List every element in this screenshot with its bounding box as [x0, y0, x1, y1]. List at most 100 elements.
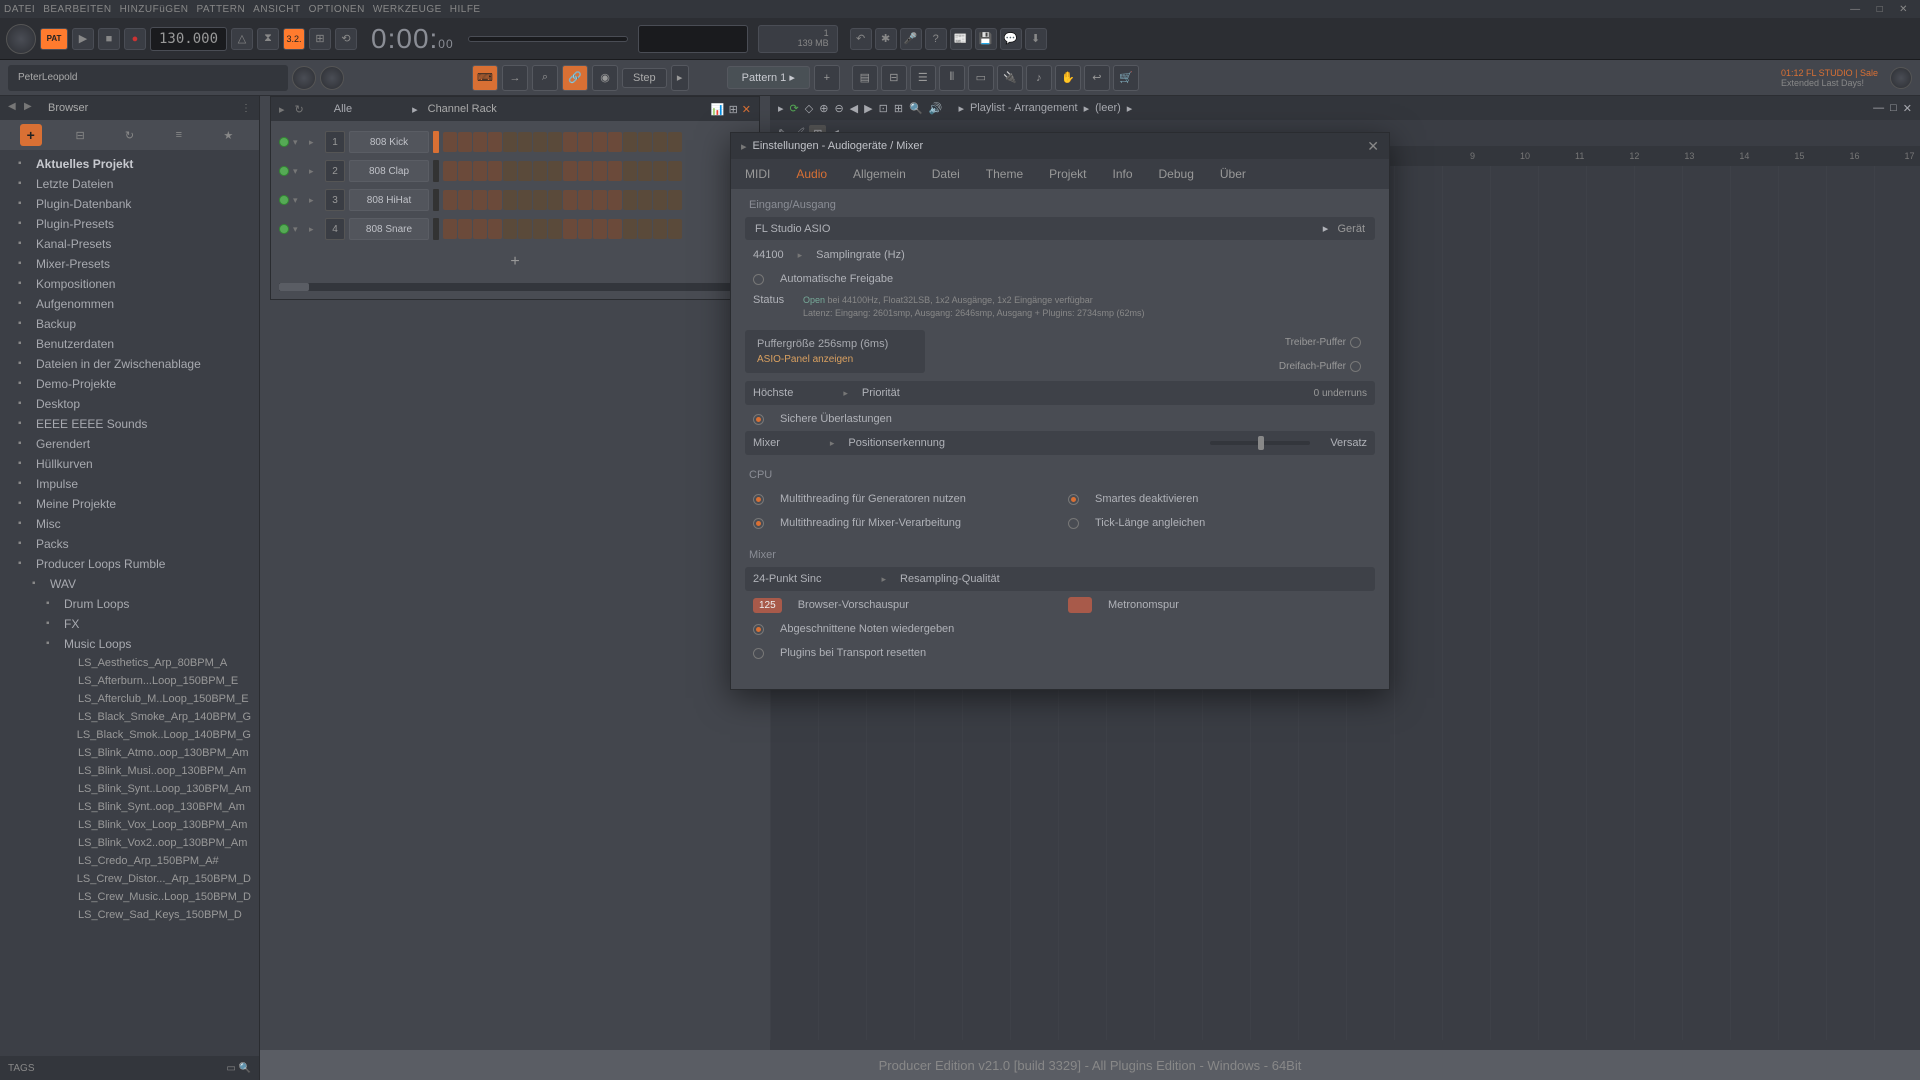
tree-item[interactable]: LS_Blink_Vox_Loop_130BPM_Am — [0, 816, 259, 834]
feedback-icon[interactable]: 💬 — [1000, 28, 1022, 50]
channel-led[interactable] — [279, 224, 289, 234]
settings-pin-icon[interactable]: ▸ — [741, 140, 747, 153]
channel-led[interactable] — [279, 137, 289, 147]
pl-max-icon[interactable]: □ — [1890, 102, 1897, 115]
help-icon[interactable]: ? — [925, 28, 947, 50]
browser-sort-icon[interactable]: ≡ — [168, 124, 190, 146]
pl-icon1[interactable]: ◇ — [805, 102, 813, 115]
tree-item[interactable]: ▪Drum Loops — [0, 594, 259, 614]
channel-add[interactable]: + — [279, 245, 751, 279]
channel-name[interactable]: 808 Kick — [349, 131, 429, 153]
step-sequencer[interactable] — [443, 190, 682, 210]
offset-slider[interactable] — [1210, 441, 1310, 445]
magnet-icon[interactable]: ⌕ — [532, 65, 558, 91]
cr-fwd-icon[interactable]: ↻ — [295, 103, 304, 116]
pl-icon8[interactable]: 🔍 — [909, 102, 923, 115]
tree-item[interactable]: LS_Crew_Music..Loop_150BPM_D — [0, 888, 259, 906]
mt-gen-row[interactable]: Multithreading für Generatoren nutzen — [745, 487, 1060, 511]
song-progress[interactable] — [468, 36, 628, 42]
record-button[interactable]: ● — [124, 28, 146, 50]
window-close-icon[interactable]: ✕ — [1899, 4, 1908, 15]
tree-item[interactable]: LS_Crew_Sad_Keys_150BPM_D — [0, 906, 259, 924]
promo-panel[interactable]: 01:12 FL STUDIO | Sale Extended Last Day… — [1773, 68, 1886, 88]
tree-item[interactable]: ▪Benutzerdaten — [0, 334, 259, 354]
tree-item[interactable]: LS_Blink_Musi..oop_130BPM_Am — [0, 762, 259, 780]
channel-row[interactable]: ▾▸2808 Clap — [279, 158, 751, 184]
time-display[interactable]: 0:00:00 — [371, 22, 454, 55]
channel-row[interactable]: ▾▸3808 HiHat — [279, 187, 751, 213]
ruler-bar[interactable]: 16 — [1849, 151, 1859, 161]
channel-scroll[interactable] — [279, 283, 751, 291]
tree-item[interactable]: ▪Letzte Dateien — [0, 174, 259, 194]
channel-num[interactable]: 1 — [325, 131, 345, 153]
tree-item[interactable]: LS_Credo_Arp_150BPM_A# — [0, 852, 259, 870]
tree-item[interactable]: ▪Impulse — [0, 474, 259, 494]
reset-plugins-row[interactable]: Plugins bei Transport resetten — [745, 641, 1375, 665]
channel-select[interactable] — [433, 189, 439, 211]
channel-select[interactable] — [433, 131, 439, 153]
channel-num[interactable]: 4 — [325, 218, 345, 240]
smart-disable-row[interactable]: Smartes deaktivieren — [1060, 487, 1375, 511]
ruler-bar[interactable]: 15 — [1794, 151, 1804, 161]
step-sequencer[interactable] — [443, 161, 682, 181]
autorelease-row[interactable]: Automatische Freigabe — [745, 267, 1375, 291]
pl-close-icon[interactable]: ✕ — [1903, 102, 1912, 115]
view-browser-icon[interactable]: ▭ — [968, 65, 994, 91]
ruler-bar[interactable]: 13 — [1684, 151, 1694, 161]
asio-panel-link[interactable]: ASIO-Panel anzeigen — [757, 354, 913, 365]
view-mixer-icon[interactable]: ⫴ — [939, 65, 965, 91]
pl-icon7[interactable]: ⊞ — [894, 102, 903, 115]
swing-knob[interactable] — [320, 66, 344, 90]
safe-overload-row[interactable]: Sichere Überlastungen — [745, 407, 1375, 431]
ruler-bar[interactable]: 17 — [1904, 151, 1914, 161]
tree-item[interactable]: LS_Blink_Synt..Loop_130BPM_Am — [0, 780, 259, 798]
priority-row[interactable]: Höchste▸Priorität 0 underruns — [745, 381, 1375, 405]
snap-play-icon[interactable]: ▸ — [671, 65, 689, 91]
view-shop-icon[interactable]: 🛒 — [1113, 65, 1139, 91]
settings-tab-allgemein[interactable]: Allgemein — [851, 161, 908, 187]
tree-item[interactable]: LS_Blink_Vox2..oop_130BPM_Am — [0, 834, 259, 852]
pl-min-icon[interactable]: — — [1873, 102, 1884, 115]
settings-tab-audio[interactable]: Audio — [794, 161, 829, 187]
tree-item[interactable]: LS_Black_Smok..Loop_140BPM_G — [0, 726, 259, 744]
view-channelrack-icon[interactable]: ☰ — [910, 65, 936, 91]
pl-icon3[interactable]: ⊖ — [834, 102, 843, 115]
main-volume-knob[interactable] — [6, 24, 36, 54]
menu-help[interactable]: HILFE — [450, 4, 481, 15]
wait-input-icon[interactable]: 3.2. — [283, 28, 305, 50]
view-close-icon[interactable]: ↩ — [1084, 65, 1110, 91]
ruler-bar[interactable]: 11 — [1575, 151, 1584, 161]
channel-rack-header[interactable]: ▸ ↻ Alle ▸ Channel Rack 📊 ⊞ ✕ — [271, 97, 759, 121]
tree-item[interactable]: ▪Gerendert — [0, 434, 259, 454]
multilink-icon[interactable]: ◉ — [592, 65, 618, 91]
menu-file[interactable]: DATEI — [4, 4, 35, 15]
cr-back-icon[interactable]: ▸ — [279, 103, 285, 116]
ruler-bar[interactable]: 10 — [1520, 151, 1530, 161]
ruler-bar[interactable]: 12 — [1629, 151, 1639, 161]
device-dropdown[interactable]: FL Studio ASIO▸ Gerät — [745, 217, 1375, 240]
tree-item[interactable]: ▪Hüllkurven — [0, 454, 259, 474]
pl-icon2[interactable]: ⊕ — [819, 102, 828, 115]
pl-icon5[interactable]: ▶ — [864, 102, 872, 115]
tree-item[interactable]: ▪Dateien in der Zwischenablage — [0, 354, 259, 374]
pl-icon6[interactable]: ⊡ — [879, 102, 888, 115]
tree-item[interactable]: LS_Crew_Distor..._Arp_150BPM_D — [0, 870, 259, 888]
browser-tree[interactable]: ▪Aktuelles Projekt▪Letzte Dateien▪Plugin… — [0, 150, 259, 1056]
tree-item[interactable]: ▪Aufgenommen — [0, 294, 259, 314]
menu-tools[interactable]: WERKZEUGE — [373, 4, 442, 15]
channel-select[interactable] — [433, 218, 439, 240]
tree-item[interactable]: ▪Backup — [0, 314, 259, 334]
tree-item[interactable]: LS_Aesthetics_Arp_80BPM_A — [0, 654, 259, 672]
tree-item[interactable]: LS_Afterclub_M..Loop_150BPM_E — [0, 690, 259, 708]
channel-row[interactable]: ▾▸1808 Kick — [279, 129, 751, 155]
tree-item[interactable]: ▪Meine Projekte — [0, 494, 259, 514]
channel-led[interactable] — [279, 195, 289, 205]
pl-sync-icon[interactable]: ⟳ — [790, 102, 799, 115]
pattern-selector[interactable]: Pattern 1 ▸ — [727, 66, 810, 89]
typing-keyboard-icon[interactable]: ⌨ — [472, 65, 498, 91]
save-icon[interactable]: 💾 — [975, 28, 997, 50]
tree-item[interactable]: ▪Packs — [0, 534, 259, 554]
loop-rec-icon[interactable]: ⟲ — [335, 28, 357, 50]
link-icon[interactable]: 🔗 — [562, 65, 588, 91]
view-plugin-icon[interactable]: 🔌 — [997, 65, 1023, 91]
